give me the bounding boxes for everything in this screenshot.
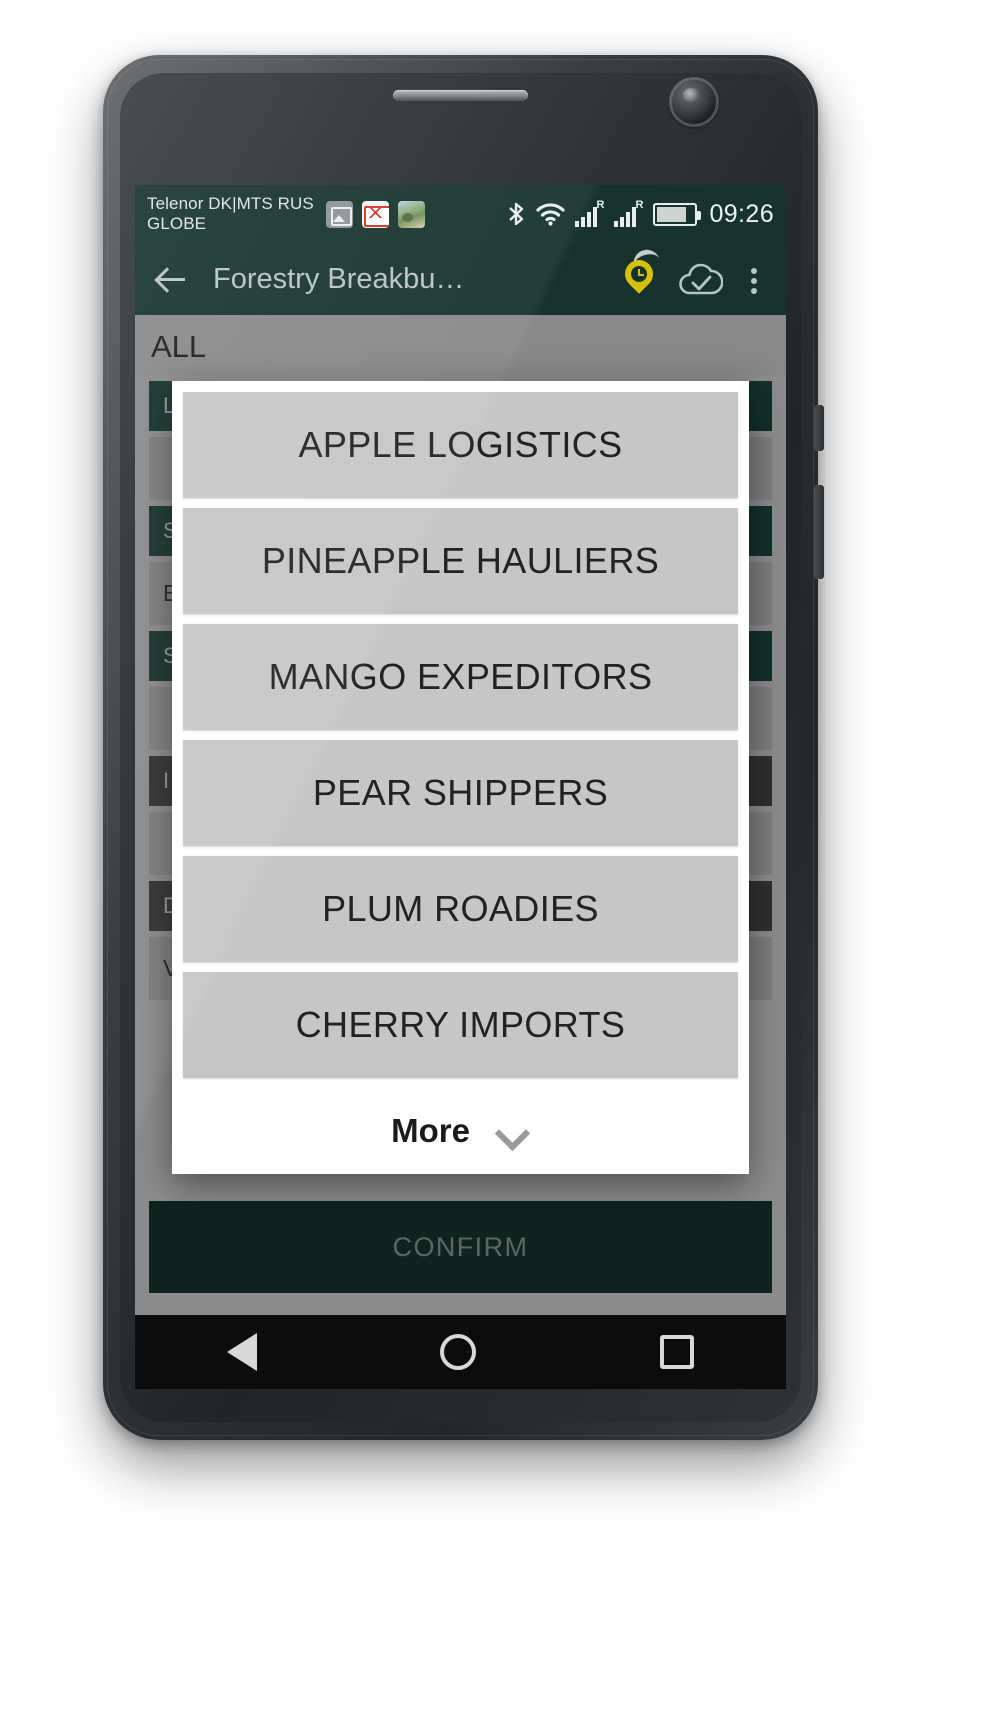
carrier-picker-dialog: APPLE LOGISTICS PINEAPPLE HAULIERS MANGO E…	[172, 381, 749, 1174]
front-camera	[669, 77, 719, 127]
dialog-option[interactable]: APPLE LOGISTICS	[183, 392, 738, 498]
phone-screen: Telenor DK|MTS RUS GLOBE R R 09:26 Fores…	[135, 185, 786, 1315]
signal-roaming-1-icon: R	[575, 198, 605, 227]
cloud-check-icon[interactable]	[672, 252, 726, 306]
back-arrow-icon[interactable]	[145, 253, 197, 305]
overflow-menu-icon[interactable]	[732, 252, 776, 306]
app-toolbar: Forestry Breakbu…	[135, 243, 786, 315]
dialog-option-list: APPLE LOGISTICS PINEAPPLE HAULIERS MANGO E…	[183, 392, 738, 1078]
photos-icon	[397, 200, 425, 228]
pin-clock-icon[interactable]	[612, 246, 666, 306]
clock-label: 09:26	[709, 199, 774, 228]
page-title: Forestry Breakbu…	[213, 262, 465, 295]
clock-hand-hour	[638, 274, 644, 276]
section-title: ALL	[135, 315, 786, 375]
status-bar: Telenor DK|MTS RUS GLOBE R R 09:26	[135, 185, 786, 243]
dialog-option[interactable]: MANGO EXPEDITORS	[183, 624, 738, 730]
chevron-down-icon	[496, 1120, 530, 1142]
confirm-button-label: CONFIRM	[392, 1231, 529, 1262]
roaming-label-1: R	[596, 198, 605, 211]
android-nav-bar	[135, 1315, 786, 1389]
power-button[interactable]	[814, 405, 824, 451]
phone-device: Telenor DK|MTS RUS GLOBE R R 09:26 Fores…	[103, 55, 824, 1440]
nav-back-icon[interactable]	[226, 1333, 257, 1371]
wifi-icon	[536, 203, 566, 226]
notification-icons	[325, 200, 425, 228]
more-button-label: More	[391, 1112, 470, 1149]
carrier-line-2: GLOBE	[147, 214, 207, 233]
dialog-option[interactable]: PLUM ROADIES	[183, 856, 738, 962]
confirm-button[interactable]: CONFIRM	[149, 1201, 772, 1293]
carrier-line-1: Telenor DK|MTS RUS	[147, 194, 314, 213]
battery-icon	[653, 202, 702, 226]
system-icons: R R 09:26	[506, 198, 774, 229]
signal-roaming-2-icon: R	[614, 198, 644, 227]
dialog-option[interactable]: PINEAPPLE HAULIERS	[183, 508, 738, 614]
dialog-option[interactable]: PEAR SHIPPERS	[183, 740, 738, 846]
gmail-icon	[361, 200, 389, 228]
image-icon	[325, 200, 353, 228]
dialog-option[interactable]: CHERRY IMPORTS	[183, 972, 738, 1078]
volume-button[interactable]	[814, 485, 824, 579]
more-button[interactable]: More	[183, 1088, 738, 1174]
carrier-label: Telenor DK|MTS RUS GLOBE	[147, 194, 314, 234]
nav-recents-icon[interactable]	[660, 1335, 695, 1369]
bluetooth-icon	[509, 202, 524, 226]
roaming-label-2: R	[635, 198, 644, 211]
nav-home-icon[interactable]	[440, 1334, 477, 1370]
earpiece-speaker	[393, 90, 528, 101]
